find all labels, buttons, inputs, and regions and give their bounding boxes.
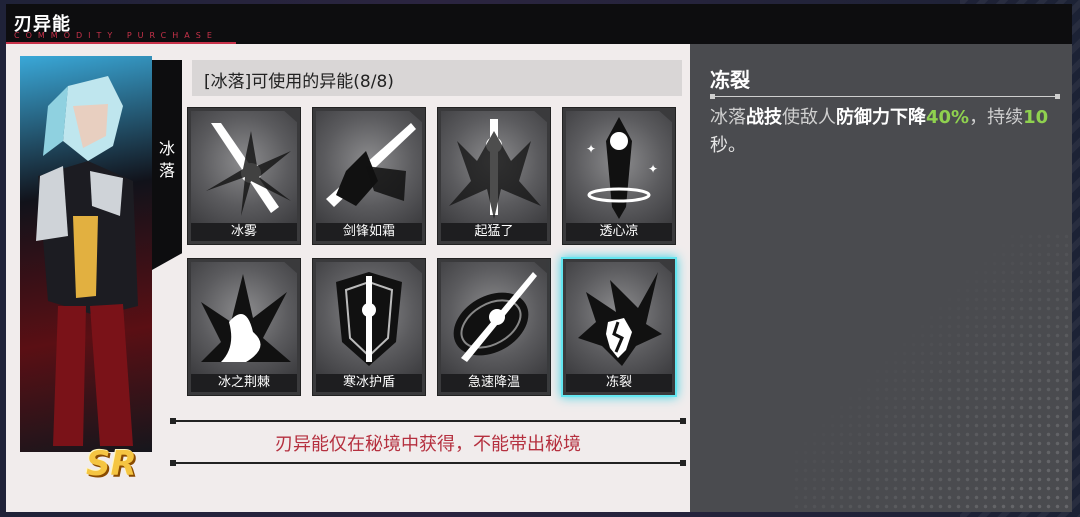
- skill-label: 透心凉: [566, 223, 672, 241]
- skill-label: 冻裂: [566, 374, 672, 392]
- skill-label: 冰雾: [191, 223, 297, 241]
- modal-subtitle: COMMODITY PURCHASE: [14, 31, 218, 40]
- ice-thorns-icon: [201, 274, 291, 362]
- skill-tile-selected[interactable]: 冻裂: [563, 259, 675, 395]
- notice-divider-bottom: [170, 460, 686, 466]
- rarity-badge: SR: [86, 444, 137, 484]
- piercing-cold-icon: ✦✦: [586, 117, 658, 219]
- detail-description: 冰落战技使敌人防御力下降40%，持续10秒。: [710, 107, 1049, 156]
- skill-label: 剑锋如霜: [316, 223, 422, 241]
- notice-divider-top: [170, 418, 686, 424]
- skill-detail-panel: 冻裂 冰落战技使敌人防御力下降40%，持续10秒。: [690, 44, 1072, 512]
- character-portrait: [20, 56, 152, 452]
- detail-title: 冻裂: [710, 68, 750, 92]
- skill-modal: 刃异能 COMMODITY PURCHASE 冰落 SR [冰落]可使用的异能(…: [6, 4, 1072, 512]
- skill-tile[interactable]: 冰之荆棘: [188, 259, 300, 395]
- rising-sword-icon: [449, 119, 541, 219]
- skill-tile[interactable]: 急速降温: [438, 259, 550, 395]
- skill-label: 冰之荆棘: [191, 374, 297, 392]
- frost-blade-icon: [326, 123, 416, 207]
- ice-shield-icon: [336, 272, 402, 366]
- skill-label: 急速降温: [441, 374, 547, 392]
- character-name: 冰落: [158, 139, 175, 180]
- skills-header-text: [冰落]可使用的异能(8/8): [204, 72, 394, 92]
- detail-divider: [710, 94, 1060, 99]
- skills-header: [冰落]可使用的异能(8/8): [192, 60, 682, 96]
- character-figure: [36, 76, 138, 446]
- skill-label: 寒冰护盾: [316, 374, 422, 392]
- notice-text: 刃异能仅在秘境中获得，不能带出秘境: [275, 434, 581, 455]
- svg-text:✦: ✦: [648, 162, 658, 176]
- skill-label: 起猛了: [441, 223, 547, 241]
- svg-text:✦: ✦: [586, 142, 596, 156]
- skill-tile[interactable]: 剑锋如霜: [313, 108, 425, 244]
- skill-tile[interactable]: 冰雾: [188, 108, 300, 244]
- ice-mist-sword-icon: [206, 123, 291, 216]
- character-name-tab: 冰落: [152, 60, 182, 270]
- skill-tile[interactable]: ✦ ✦ 透心凉: [563, 108, 675, 244]
- title-bar: 刃异能 COMMODITY PURCHASE: [6, 4, 1072, 44]
- freeze-crack-icon: [578, 272, 662, 366]
- skill-tile[interactable]: 寒冰护盾: [313, 259, 425, 395]
- rapid-cooling-icon: [453, 272, 537, 362]
- skill-tile[interactable]: 起猛了: [438, 108, 550, 244]
